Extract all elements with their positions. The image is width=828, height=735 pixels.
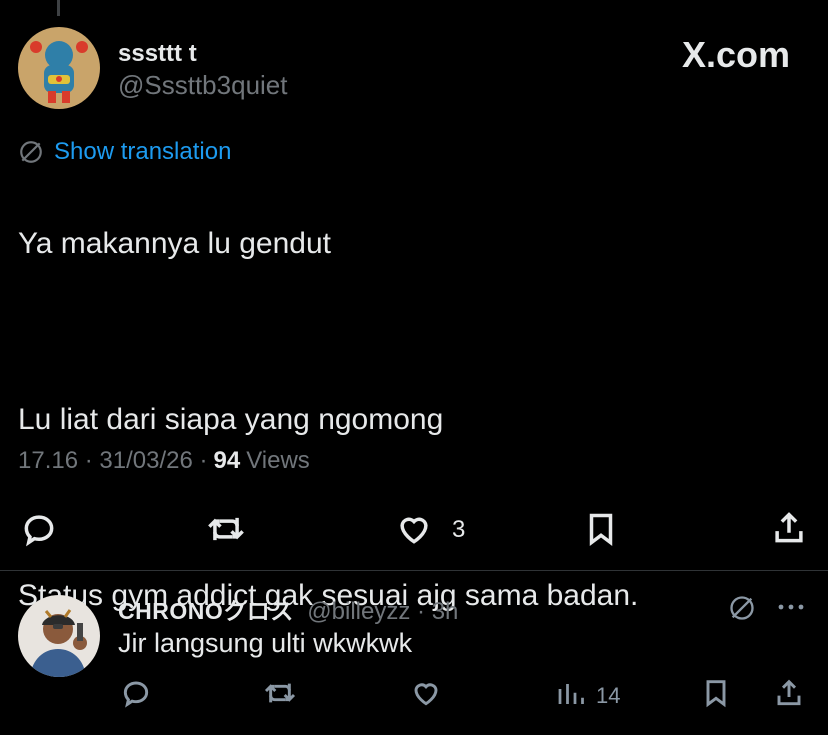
reply-header: CHRONOクロス @billeyzz · 3h — [118, 598, 459, 625]
divider — [0, 570, 828, 571]
tweet-time[interactable]: 17.16 — [18, 447, 78, 475]
reply-text: Jir langsung ulti wkwkwk — [118, 628, 413, 658]
x-com-watermark: X.com — [681, 34, 790, 75]
tweet-line-2: Lu liat dari siapa yang ngomong — [18, 403, 444, 436]
reply-like-icon[interactable] — [410, 677, 442, 709]
tweet-date[interactable]: 31/03/26 — [99, 447, 192, 475]
like-count: 3 — [452, 516, 466, 543]
share-icon[interactable] — [770, 508, 808, 548]
translate-icon — [20, 141, 42, 163]
tweet-text: Ya makannya lu gendut Lu liat dari siapa… — [18, 178, 808, 662]
more-icon[interactable] — [776, 600, 806, 614]
tweet-handle[interactable]: @Sssttb3quiet — [118, 70, 287, 101]
reply-retweet-icon[interactable] — [262, 677, 298, 709]
reply-time[interactable]: 3h — [432, 598, 459, 625]
reply-views-count: 14 — [596, 683, 621, 708]
retweet-icon[interactable] — [205, 510, 247, 548]
views-label: Views — [246, 447, 310, 474]
reply-display-name[interactable]: CHRONOクロス — [118, 598, 294, 624]
reply-handle[interactable]: @billeyzz — [307, 598, 410, 625]
reply-share-icon[interactable] — [773, 676, 805, 710]
show-translation-link[interactable]: Show translation — [18, 138, 231, 166]
tweet-display-name[interactable]: sssttt t — [118, 40, 197, 68]
like-icon[interactable] — [395, 510, 433, 548]
views-count: 94 — [213, 447, 241, 474]
tweet-meta: 17.16 · 31/03/26 · 94 Views — [18, 447, 310, 475]
tweet-avatar[interactable] — [18, 27, 100, 109]
translate-icon[interactable] — [728, 594, 756, 622]
tweet-line-1: Ya makannya lu gendut — [18, 227, 331, 260]
reply-avatar[interactable] — [18, 595, 100, 677]
reply-icon[interactable] — [20, 510, 58, 548]
reply-reply-icon[interactable] — [120, 677, 152, 709]
thread-line — [57, 0, 60, 16]
show-translation-label[interactable]: Show translation — [54, 138, 231, 166]
reply-bookmark-icon[interactable] — [700, 677, 732, 709]
bookmark-icon[interactable] — [582, 510, 620, 548]
views-icon[interactable] — [555, 679, 585, 709]
